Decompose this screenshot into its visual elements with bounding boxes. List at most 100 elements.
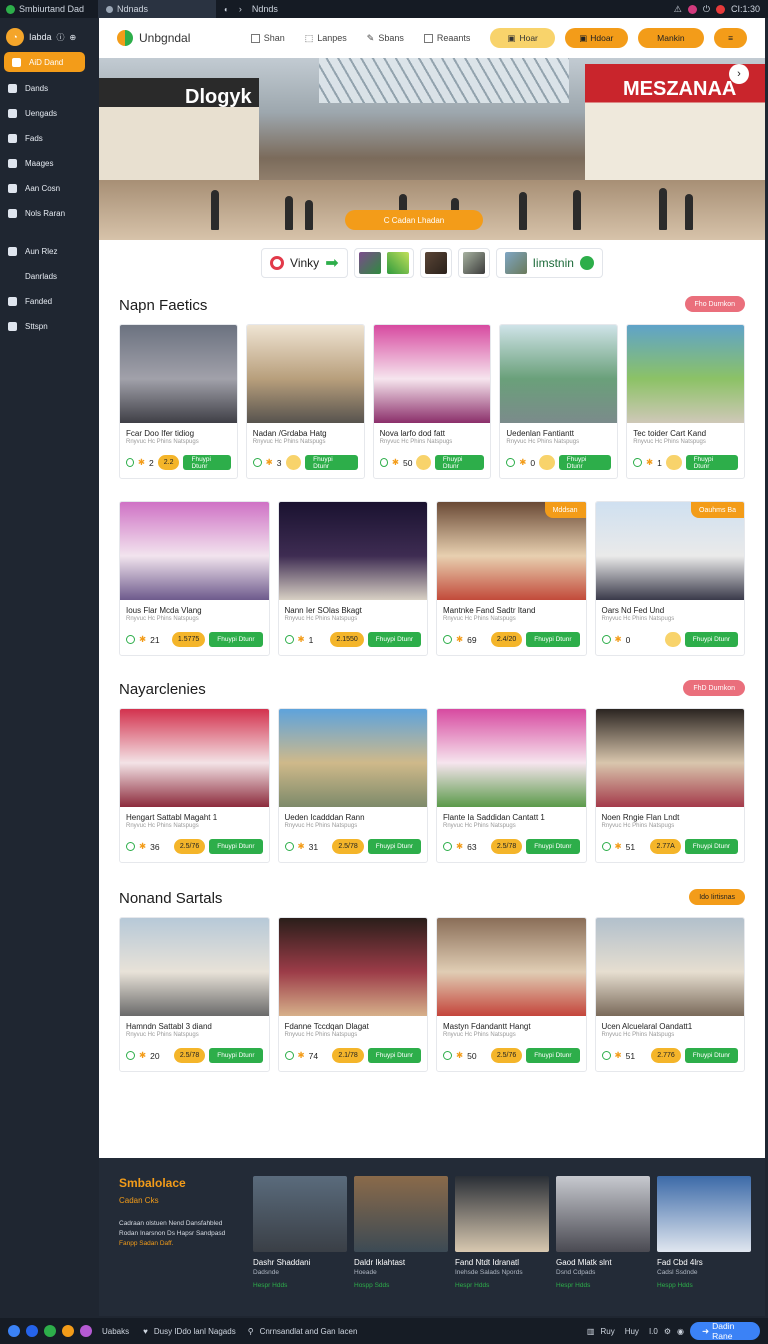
listing-title[interactable]: Oars Nd Fed Und xyxy=(596,600,745,616)
listing-card[interactable]: Ious Flar Mcda Vlang Rnyvuc Hc Phins Nats… xyxy=(119,501,270,656)
footer-card-photo[interactable] xyxy=(253,1176,347,1252)
listing-card[interactable]: Ucen Alcuelaral Oandatt1 Rnyvuc Hc Phins … xyxy=(594,917,745,1072)
nav-item-0[interactable]: Shan xyxy=(250,33,285,43)
sidebar-item-6[interactable]: Nols Raran xyxy=(0,201,99,225)
listing-title[interactable]: Noen Rngie Flan Lndt xyxy=(596,807,745,823)
footer-card[interactable]: Fad Cbd 4lrs Cadsl Ssdnde Hespp Hdds xyxy=(657,1176,751,1289)
listing-photo[interactable] xyxy=(595,918,744,1016)
footer-card[interactable]: Daldr Iklahtast Hoeade Hospp Sdds xyxy=(354,1176,448,1289)
partner-thumb-3[interactable] xyxy=(457,248,490,278)
sidebar-item-10[interactable]: Sttspn xyxy=(0,314,99,338)
listing-title[interactable]: Nann Ier SOlas Bkagt xyxy=(279,600,428,616)
listing-title[interactable]: Nadan /Grdaba Hatg xyxy=(247,423,364,439)
record-icon[interactable] xyxy=(715,4,725,14)
shop-now-button[interactable]: Fhuypi Dtunr xyxy=(209,839,263,854)
footer-card-title[interactable]: Fad Cbd 4lrs xyxy=(657,1258,751,1267)
whatsapp-icon[interactable] xyxy=(44,1325,56,1337)
listing-title[interactable]: Fdanne Tccdqan Dlagat xyxy=(279,1016,428,1032)
globe-icon[interactable]: ◉ xyxy=(677,1327,684,1336)
shop-now-button[interactable]: Fhuypi Dtunr xyxy=(526,839,580,854)
footer-card[interactable]: Gaod Mlatk slnt Dsnd Cdpads Hespr Hdds xyxy=(556,1176,650,1289)
sidebar-item-8[interactable]: Danrlads xyxy=(0,264,99,288)
partner-thumb-1[interactable] xyxy=(353,248,414,278)
listing-photo[interactable] xyxy=(278,502,427,600)
section-badge[interactable]: FhD Durnkon xyxy=(683,680,745,696)
avatar[interactable]: ◔ xyxy=(6,28,24,46)
listing-photo[interactable] xyxy=(120,709,269,807)
listing-card[interactable]: Fdanne Tccdqan Dlagat Rnyvuc Hc Phins Nat… xyxy=(277,917,428,1072)
shop-now-button[interactable]: Fhuypi Dtunr xyxy=(209,632,263,647)
listing-title[interactable]: Hengart Sattabl Magaht 1 xyxy=(120,807,269,823)
listing-card[interactable]: Hengart Sattabl Magaht 1 Rnyvuc Hc Phins … xyxy=(119,708,270,863)
sidebar-item-9[interactable]: Fanded xyxy=(0,289,99,313)
hoar-button[interactable]: ▣ Hoar xyxy=(490,28,555,48)
sidebar-item-3[interactable]: Fads xyxy=(0,126,99,150)
shop-now-button[interactable]: Fhuypi Dtunr xyxy=(434,455,485,470)
shop-now-button[interactable]: Fhuypi Dtunr xyxy=(684,1048,738,1063)
listing-card[interactable]: Nova larfo dod fatt Rnyvuc Hc Phins Natsp… xyxy=(372,324,492,479)
game-icon[interactable] xyxy=(80,1325,92,1337)
section-badge[interactable]: Ido Iirtisnas xyxy=(689,889,745,905)
listing-photo[interactable] xyxy=(120,325,237,423)
listing-title[interactable]: Uedenlan Fantiantt xyxy=(500,423,617,439)
sidebar-item-0[interactable]: AiD Dand xyxy=(4,52,85,72)
shop-now-button[interactable]: Fhuypi Dtunr xyxy=(685,455,738,470)
taskbar-label[interactable]: Dusy IDdo lanl Nagads xyxy=(154,1327,236,1336)
sidebar-item-2[interactable]: Uengads xyxy=(0,101,99,125)
footer-card[interactable]: Dashr Shaddani Dadsnde Hespr Hdds xyxy=(253,1176,347,1289)
shop-now-button[interactable]: Fhuypi Dtunr xyxy=(367,1048,421,1063)
alert-icon[interactable]: ⚠ xyxy=(674,4,682,15)
listing-title[interactable]: Tec toider Cart Kand xyxy=(627,423,744,439)
mankin-button[interactable]: Mankin xyxy=(637,28,705,48)
shop-now-button[interactable]: Fhuypi Dtunr xyxy=(526,632,580,647)
tab-first[interactable]: Ndnads xyxy=(98,0,216,18)
sidebar-item-7[interactable]: Aun Rlez xyxy=(0,239,99,263)
listing-photo[interactable] xyxy=(627,325,744,423)
listing-card[interactable]: Fcar Doo Ifer tidiog Rnyvuc Hc Phins Nats… xyxy=(119,324,238,479)
shop-now-button[interactable]: Fhuypi Dtunr xyxy=(558,455,612,470)
taskbar-label[interactable]: I.0 xyxy=(649,1327,658,1336)
listing-title[interactable]: Hamndn Sattabl 3 diand xyxy=(120,1016,269,1032)
listing-card[interactable]: Nann Ier SOlas Bkagt Rnyvuc Hc Phins Nats… xyxy=(277,501,428,656)
listing-photo[interactable] xyxy=(120,502,269,600)
listing-title[interactable]: Ueden Icadddan Rann xyxy=(279,807,428,823)
footer-card-photo[interactable] xyxy=(354,1176,448,1252)
listing-card[interactable]: Hamndn Sattabl 3 diand Rnyvuc Hc Phins Na… xyxy=(119,917,270,1072)
shop-now-button[interactable]: Fhuypi Dtunr xyxy=(684,632,738,647)
footer-card-photo[interactable] xyxy=(455,1176,549,1252)
info-icon[interactable]: ⓘ xyxy=(57,32,65,43)
brand-logo[interactable]: Unbgndal xyxy=(117,30,241,46)
listing-card[interactable]: Ueden Icadddan Rann Rnyvuc Hc Phins Natsp… xyxy=(277,708,428,863)
listing-photo[interactable] xyxy=(278,709,427,807)
power-icon[interactable]: ⏻ xyxy=(703,4,710,15)
menu-button[interactable]: ≡ xyxy=(714,28,747,48)
listing-title[interactable]: Nova larfo dod fatt xyxy=(374,423,491,439)
partner-thumb-2[interactable] xyxy=(419,248,452,278)
listing-photo[interactable] xyxy=(595,709,744,807)
listing-photo[interactable] xyxy=(500,325,618,423)
listing-title[interactable]: Ious Flar Mcda Vlang xyxy=(120,600,269,616)
shop-now-button[interactable]: Fhuypi Dtunr xyxy=(305,455,358,470)
listing-photo[interactable] xyxy=(120,918,269,1016)
partner-vinky[interactable]: Vinky ➡ xyxy=(261,248,348,278)
music-icon[interactable] xyxy=(8,1325,20,1337)
sidebar-item-5[interactable]: Aan Cosn xyxy=(0,176,99,200)
primary-action-button[interactable]: ➜ Dadin Rane xyxy=(690,1321,760,1341)
notification-icon[interactable] xyxy=(687,4,697,14)
listing-card[interactable]: Tec toider Cart Kand Rnyvuc Hc Phins Nats… xyxy=(626,324,745,479)
listing-card[interactable]: Oars Nd Fed Und Rnyvuc Hc Phins Natspugs ✱… xyxy=(594,501,745,656)
partner-iimstnin[interactable]: Iimstnin xyxy=(495,248,603,278)
listing-title[interactable]: Fcar Doo Ifer tidiog xyxy=(120,423,237,439)
chevron-right-icon[interactable]: › xyxy=(729,64,749,84)
shop-now-button[interactable]: Fhuypi Dtunr xyxy=(684,839,738,854)
footer-card-title[interactable]: Fand Ntdt Idranatl xyxy=(455,1258,549,1267)
listing-card[interactable]: Flante Ia Saddidan Cantatt 1 Rnyvuc Hc Ph… xyxy=(436,708,587,863)
hdoar-button[interactable]: ▣ Hdoar xyxy=(564,28,628,48)
shop-now-button[interactable]: Fhuypi Dtunr xyxy=(183,455,231,470)
listing-card[interactable]: Mastyn Fdandantt Hangt Rnyvuc Hc Phins Na… xyxy=(436,917,587,1072)
listing-title[interactable]: Flante Ia Saddidan Cantatt 1 xyxy=(437,807,586,823)
listing-title[interactable]: Ucen Alcuelaral Oandatt1 xyxy=(596,1016,745,1032)
nav-item-2[interactable]: ✎ Sbans xyxy=(367,33,404,44)
nav-item-1[interactable]: ⬚ Lanpes xyxy=(305,33,347,44)
listing-photo[interactable] xyxy=(373,325,491,423)
